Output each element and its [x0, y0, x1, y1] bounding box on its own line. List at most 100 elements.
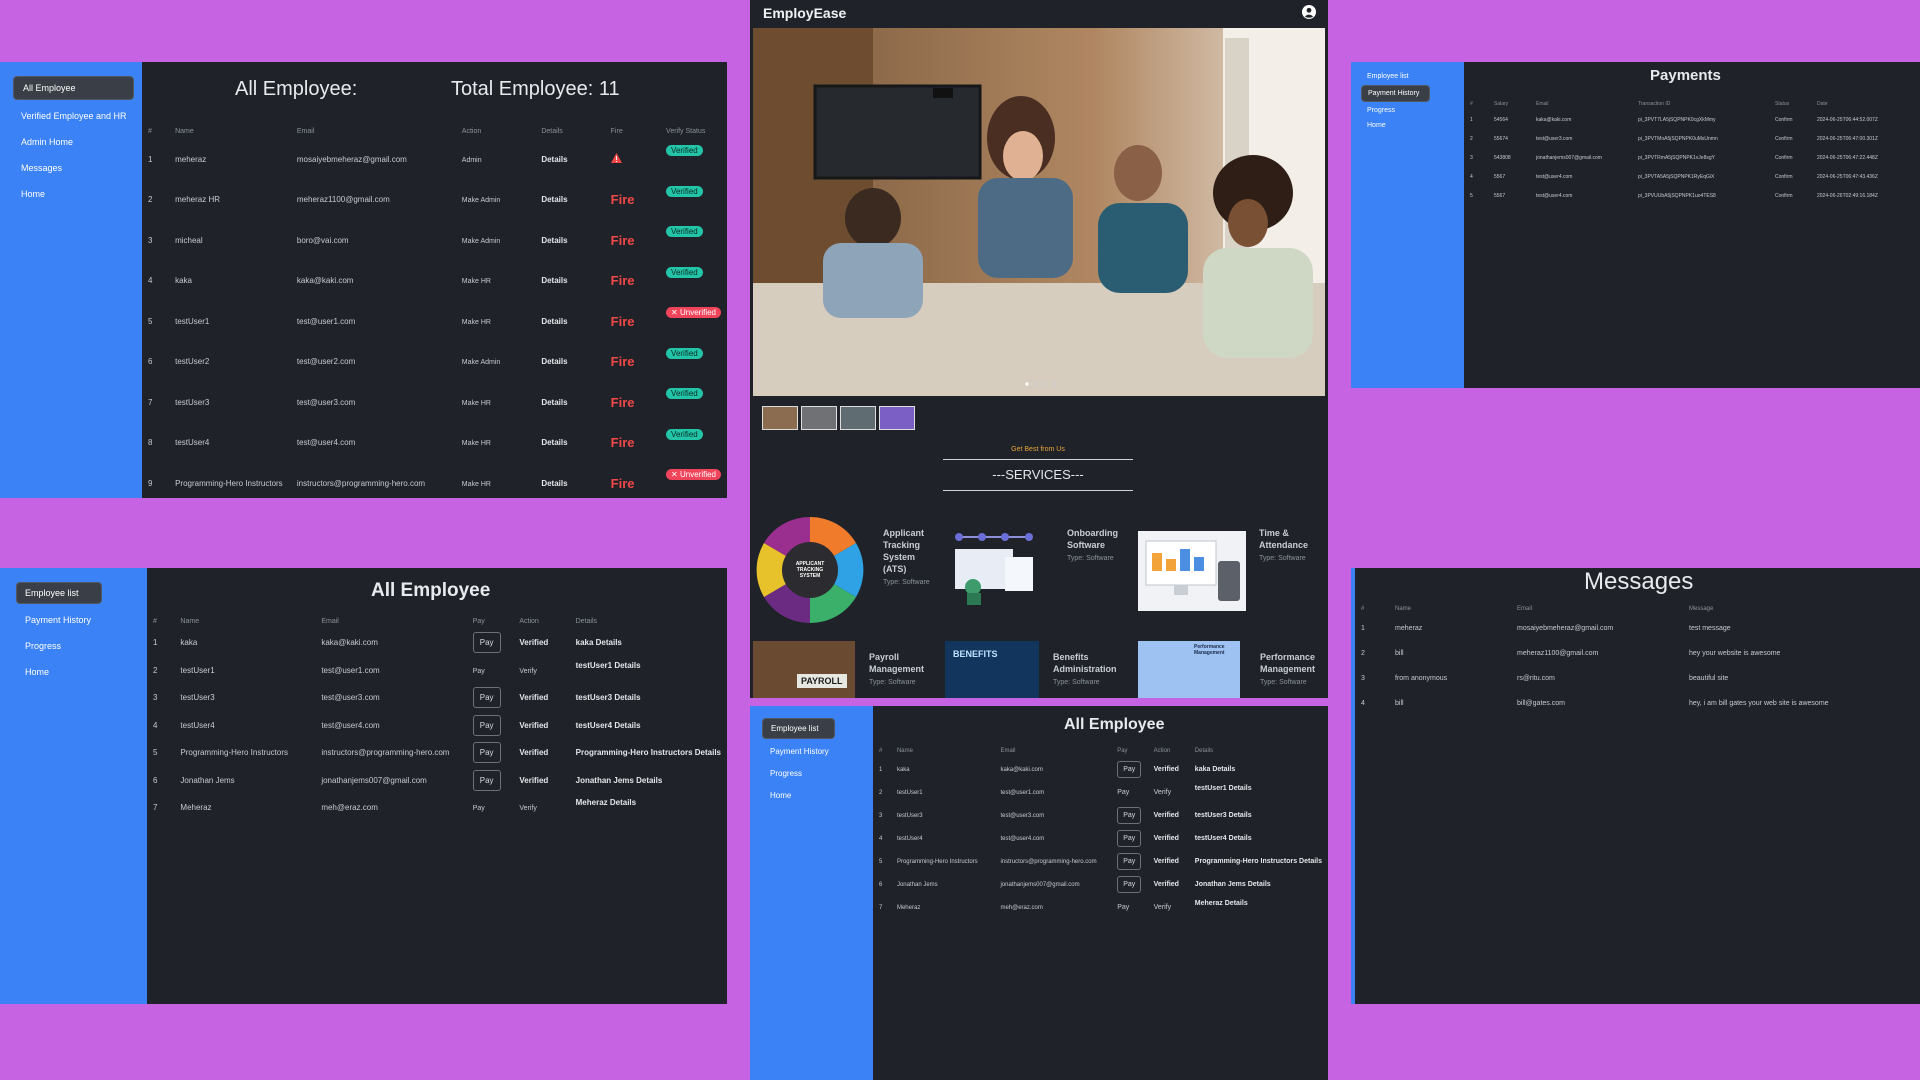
make-role-button[interactable]: Make Admin [462, 238, 501, 245]
details-link[interactable]: kaka Details [1195, 766, 1235, 773]
employee-name: kaka [896, 766, 910, 773]
details-link[interactable]: Meheraz Details [576, 798, 636, 807]
column-header: # [879, 748, 883, 754]
details-link[interactable]: testUser3 Details [576, 693, 641, 702]
service-card-benefits[interactable]: BENEFITS Benefits Administration Type: S… [945, 641, 1130, 698]
sidebar-item-home[interactable]: Home [762, 786, 863, 805]
sidebar-item-admin-home[interactable]: Admin Home [13, 132, 134, 152]
details-link[interactable]: Programming-Hero Instructors Details [576, 748, 721, 757]
brand-logo[interactable]: EmployEase [763, 5, 846, 21]
fire-button[interactable]: Fire [611, 273, 635, 288]
carousel-thumb-2[interactable] [801, 406, 837, 430]
sidebar-item-messages[interactable]: Messages [13, 158, 134, 178]
row-number: 5 [153, 748, 158, 758]
sidebar-item-employee-list[interactable]: Employee list [762, 718, 835, 739]
fire-button[interactable]: Fire [611, 314, 635, 329]
pay-button[interactable]: Pay [1117, 807, 1142, 824]
service-card-performance[interactable]: Performance Management Performance Manag… [1138, 641, 1325, 698]
sidebar-item-progress[interactable]: Progress [1361, 104, 1454, 117]
fire-button[interactable]: Fire [611, 192, 635, 207]
sidebar-item-home[interactable]: Home [17, 662, 137, 682]
sidebar-item-employee-list[interactable]: Employee list [1361, 70, 1454, 83]
service-card-payroll[interactable]: PAYROLL Payroll Management Type: Softwar… [753, 641, 933, 698]
details-link[interactable]: testUser1 Details [576, 661, 641, 670]
details-link[interactable]: testUser4 Details [1195, 835, 1252, 842]
pay-button[interactable]: Pay [1117, 876, 1142, 893]
make-role-button[interactable]: Make HR [462, 481, 491, 488]
details-cell: Details [535, 382, 604, 423]
table-row: 3 testUser3 test@user3.com Pay Verified testU… [147, 684, 727, 712]
verify-button[interactable]: Verify [519, 668, 537, 675]
action-cell: Verified [1148, 758, 1189, 781]
hr-sidebar-2: Employee list Payment History Progress H… [750, 706, 873, 1080]
employee-name: testUser1 [896, 789, 923, 796]
pay-button[interactable]: Pay [472, 687, 501, 709]
service-card-time-attendance[interactable]: Time & Attendance Type: Software [1138, 527, 1323, 617]
carousel-thumb-1[interactable] [762, 406, 798, 430]
pay-button[interactable]: Pay [472, 714, 501, 736]
pay-button[interactable]: Pay [1117, 853, 1142, 870]
make-role-button[interactable]: Make HR [462, 400, 491, 407]
details-button[interactable]: Details [541, 479, 567, 488]
sidebar-item-payment-history[interactable]: Payment History [1361, 85, 1430, 102]
sidebar-item-progress[interactable]: Progress [762, 764, 863, 783]
service-card-onboarding[interactable]: Onboarding Software Type: Software [945, 527, 1130, 622]
hero-carousel-image[interactable] [753, 28, 1325, 396]
details-button[interactable]: Details [541, 398, 567, 407]
pay-button[interactable]: Pay [472, 742, 501, 764]
pay-button[interactable]: Pay [472, 769, 501, 791]
sidebar-item-home[interactable]: Home [13, 184, 134, 204]
details-link[interactable]: Jonathan Jems Details [1195, 881, 1271, 888]
verified-label: Verified [1153, 766, 1179, 773]
pay-button[interactable]: Pay [1117, 904, 1129, 911]
details-button[interactable]: Details [541, 276, 567, 285]
details-button[interactable]: Details [541, 438, 567, 447]
details-button[interactable]: Details [541, 155, 567, 164]
details-link[interactable]: testUser3 Details [1195, 812, 1252, 819]
sidebar-item-home[interactable]: Home [1361, 119, 1454, 132]
role-label: Admin [461, 156, 482, 164]
sidebar-item-verified-employee-hr[interactable]: Verified Employee and HR [13, 106, 134, 126]
details-link[interactable]: Meheraz Details [1195, 900, 1248, 907]
details-button[interactable]: Details [541, 357, 567, 366]
details-button[interactable]: Details [541, 195, 567, 204]
pay-button[interactable]: Pay [473, 668, 485, 675]
sidebar-item-employee-list[interactable]: Employee list [16, 582, 102, 604]
details-link[interactable]: Jonathan Jems Details [576, 776, 663, 785]
make-role-button[interactable]: Make Admin [462, 359, 501, 366]
pay-button[interactable]: Pay [473, 805, 485, 812]
make-role-button[interactable]: Make HR [462, 440, 491, 447]
details-link[interactable]: testUser1 Details [1195, 785, 1252, 792]
details-button[interactable]: Details [541, 317, 567, 326]
carousel-thumb-4[interactable] [879, 406, 915, 430]
verify-button[interactable]: Verify [1154, 904, 1172, 911]
carousel-thumb-3[interactable] [840, 406, 876, 430]
pay-button[interactable]: Pay [1117, 761, 1142, 778]
sidebar-item-progress[interactable]: Progress [17, 636, 137, 656]
make-role-button[interactable]: Make HR [462, 278, 491, 285]
pay-button[interactable]: Pay [1117, 830, 1142, 847]
make-role-button[interactable]: Make HR [462, 319, 491, 326]
details-link[interactable]: kaka Details [576, 638, 622, 647]
details-link[interactable]: testUser4 Details [576, 721, 641, 730]
verify-button[interactable]: Verify [1154, 789, 1172, 796]
pay-button[interactable]: Pay [472, 632, 501, 654]
table-row: 4 testUser4 test@user4.com Pay Verified testU… [147, 712, 727, 740]
fire-button[interactable]: Fire [611, 395, 635, 410]
make-role-button[interactable]: Make Admin [462, 197, 501, 204]
service-card-ats[interactable]: APPLICANT TRACKING SYSTEM Applicant Trac… [755, 515, 935, 625]
fire-button[interactable]: Fire [611, 233, 635, 248]
sidebar-item-all-employee[interactable]: All Employee [13, 76, 134, 100]
user-avatar-icon[interactable] [1302, 5, 1316, 19]
fire-button[interactable]: Fire [611, 354, 635, 369]
fire-button[interactable]: Fire [611, 435, 635, 450]
sidebar-item-payment-history[interactable]: Payment History [17, 610, 137, 630]
verified-badge: Verified [666, 185, 703, 197]
verify-button[interactable]: Verify [519, 805, 537, 812]
pay-button[interactable]: Pay [1117, 789, 1129, 796]
sidebar-item-payment-history[interactable]: Payment History [762, 742, 863, 761]
details-button[interactable]: Details [541, 236, 567, 245]
details-link[interactable]: Programming-Hero Instructors Details [1195, 858, 1322, 865]
column-header: Message [1689, 606, 1714, 612]
fire-button[interactable]: Fire [611, 476, 635, 491]
